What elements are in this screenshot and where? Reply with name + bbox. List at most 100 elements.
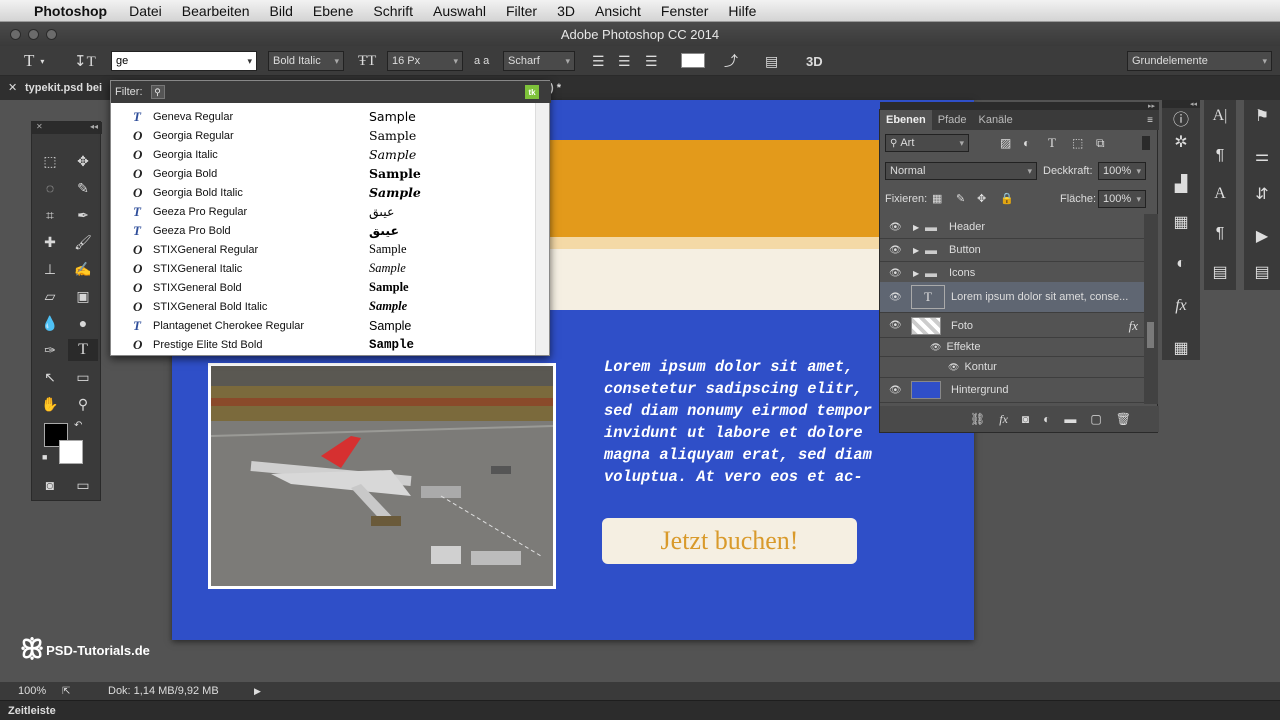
default-colors-icon[interactable]: ■: [42, 452, 47, 462]
tool-presets-icon[interactable]: ⚑: [1247, 102, 1277, 130]
layer-visibility-eye-icon[interactable]: 👁: [889, 222, 903, 233]
align-center-icon[interactable]: ☰: [618, 51, 631, 71]
add-mask-icon[interactable]: ◙: [1022, 412, 1029, 426]
status-menu-arrow-icon[interactable]: ▶: [254, 686, 261, 697]
gradient-tool-icon[interactable]: ▣: [68, 285, 98, 307]
navigator-icon[interactable]: ✲: [1166, 128, 1196, 156]
collapse-icon[interactable]: ◂◂: [90, 122, 98, 131]
eyedropper-icon[interactable]: ✒: [68, 204, 98, 226]
character-styles-icon[interactable]: A: [1205, 180, 1235, 208]
font-list-item[interactable]: T Geeza Pro Bold عيىق: [111, 221, 535, 240]
menu-datei[interactable]: Datei: [129, 3, 162, 19]
menu-ansicht[interactable]: Ansicht: [595, 3, 641, 19]
crop-tool-icon[interactable]: ⌗: [35, 204, 65, 226]
opacity-input[interactable]: 100%: [1098, 162, 1146, 180]
add-style-icon[interactable]: fx: [999, 412, 1008, 427]
group-disclosure-icon[interactable]: ▶: [913, 269, 925, 278]
font-list-item[interactable]: O Prestige Elite Std Bold Sample: [111, 335, 535, 354]
share-icon[interactable]: ⇱: [62, 686, 108, 697]
font-family-input[interactable]: ge ▾: [111, 51, 257, 71]
layer-list-scrollbar[interactable]: [1144, 214, 1158, 404]
lock-pixels-icon[interactable]: ✎: [956, 192, 965, 205]
smartobject-filter-icon[interactable]: ⧉: [1096, 136, 1105, 151]
close-icon[interactable]: ✕: [8, 81, 17, 94]
tab-pfade[interactable]: Pfade: [932, 114, 973, 126]
delete-layer-icon[interactable]: 🗑: [1116, 412, 1131, 426]
zoom-window-button[interactable]: [46, 29, 57, 40]
blur-tool-icon[interactable]: 💧: [35, 312, 65, 334]
lock-all-icon[interactable]: 🔒: [1000, 192, 1014, 205]
history-brush-icon[interactable]: ✍: [68, 258, 98, 280]
swatches-icon[interactable]: ▦: [1166, 208, 1196, 236]
group-disclosure-icon[interactable]: ▶: [913, 223, 925, 232]
fill-input[interactable]: 100%: [1098, 190, 1146, 208]
move-tool-icon[interactable]: ✥: [68, 150, 98, 172]
menu-schrift[interactable]: Schrift: [373, 3, 413, 19]
menu-bearbeiten[interactable]: Bearbeiten: [182, 3, 250, 19]
histogram-icon[interactable]: ▟: [1166, 170, 1196, 198]
font-list-item[interactable]: O Georgia Regular Sample: [111, 126, 535, 145]
layer-row[interactable]: 👁 Foto fx: [880, 314, 1144, 338]
layer-visibility-eye-icon[interactable]: 👁: [889, 320, 903, 331]
font-list-scrollbar[interactable]: [535, 103, 549, 355]
document-tab[interactable]: typekit.psd bei: [25, 82, 102, 94]
layers-panel-grip[interactable]: ▸▸: [880, 102, 1159, 110]
actions-icon[interactable]: ▶: [1247, 222, 1277, 250]
font-style-select[interactable]: Bold Italic: [268, 51, 344, 71]
group-disclosure-icon[interactable]: ▶: [913, 246, 925, 255]
swap-colors-icon[interactable]: ↶: [74, 420, 82, 431]
adjustments-icon[interactable]: ◐: [1166, 250, 1196, 278]
cta-button[interactable]: Jetzt buchen!: [602, 518, 857, 564]
effect-visibility-eye-icon[interactable]: 👁: [930, 342, 941, 353]
minimize-window-button[interactable]: [28, 29, 39, 40]
toolbox-header[interactable]: ✕ ◂◂: [32, 122, 102, 134]
character-panel-icon[interactable]: ▤: [765, 51, 778, 71]
zoom-level[interactable]: 100%: [18, 685, 62, 697]
layer-comps-icon[interactable]: ▤: [1205, 258, 1235, 286]
layer-row[interactable]: 👁 Hintergrund: [880, 378, 1144, 403]
close-icon[interactable]: ✕: [36, 122, 43, 131]
lasso-tool-icon[interactable]: ◌: [35, 177, 65, 199]
paragraph-icon[interactable]: ¶: [1205, 142, 1235, 170]
font-list-item[interactable]: O Georgia Bold Italic Sample: [111, 183, 535, 202]
font-list-item[interactable]: T Geneva Regular Sample: [111, 107, 535, 126]
panel-menu-icon[interactable]: ≡: [1147, 115, 1153, 126]
type-filter-icon[interactable]: T: [1048, 135, 1056, 151]
chevron-down-icon[interactable]: ▾: [247, 56, 252, 67]
grid-icon[interactable]: ▦: [1166, 334, 1196, 362]
filter-toggle[interactable]: [1142, 136, 1150, 150]
layer-row[interactable]: 👁 T Lorem ipsum dolor sit amet, conse...: [880, 282, 1144, 313]
brush-presets-icon[interactable]: ⚌: [1247, 142, 1277, 170]
hand-tool-icon[interactable]: ✋: [35, 393, 65, 415]
menu-app-name[interactable]: Photoshop: [34, 3, 107, 19]
typekit-sync-icon[interactable]: tk: [525, 85, 539, 99]
font-list-item[interactable]: O STIXGeneral Regular Sample: [111, 240, 535, 259]
font-list-item[interactable]: T Plantagenet Cherokee Regular Sample: [111, 316, 535, 335]
menu-fenster[interactable]: Fenster: [661, 3, 708, 19]
layer-row[interactable]: 👁 Effekte: [880, 338, 1144, 357]
eraser-tool-icon[interactable]: ▱: [35, 285, 65, 307]
antialias-select[interactable]: Scharf: [503, 51, 575, 71]
layer-visibility-eye-icon[interactable]: 👁: [889, 292, 903, 303]
effect-visibility-eye-icon[interactable]: 👁: [948, 362, 959, 373]
pixel-filter-icon[interactable]: ▨: [1000, 136, 1011, 150]
brush-tool-icon[interactable]: 🖌: [68, 231, 98, 253]
paragraph-styles-icon[interactable]: ¶: [1205, 220, 1235, 248]
text-color-swatch[interactable]: [681, 53, 705, 68]
menu-bild[interactable]: Bild: [270, 3, 293, 19]
menu-3d[interactable]: 3D: [557, 3, 575, 19]
layer-row[interactable]: 👁 ▶ ▬ Button: [880, 239, 1144, 262]
warp-text-icon[interactable]: ⤴: [724, 51, 738, 71]
layer-list-scroll-thumb[interactable]: [1147, 322, 1154, 348]
marquee-tool-icon[interactable]: ⬚: [35, 150, 65, 172]
font-list-item[interactable]: O STIXGeneral Italic Sample: [111, 259, 535, 278]
layer-visibility-eye-icon[interactable]: 👁: [889, 385, 903, 396]
close-window-button[interactable]: [10, 29, 21, 40]
tab-ebenen[interactable]: Ebenen: [880, 110, 932, 130]
clone-source-icon[interactable]: ⇵: [1247, 180, 1277, 208]
menu-hilfe[interactable]: Hilfe: [728, 3, 756, 19]
quick-mask-icon[interactable]: ◙: [35, 474, 65, 496]
menu-auswahl[interactable]: Auswahl: [433, 3, 486, 19]
character-icon[interactable]: A|: [1205, 102, 1235, 130]
timeline-tab[interactable]: Zeitleiste: [8, 705, 56, 717]
